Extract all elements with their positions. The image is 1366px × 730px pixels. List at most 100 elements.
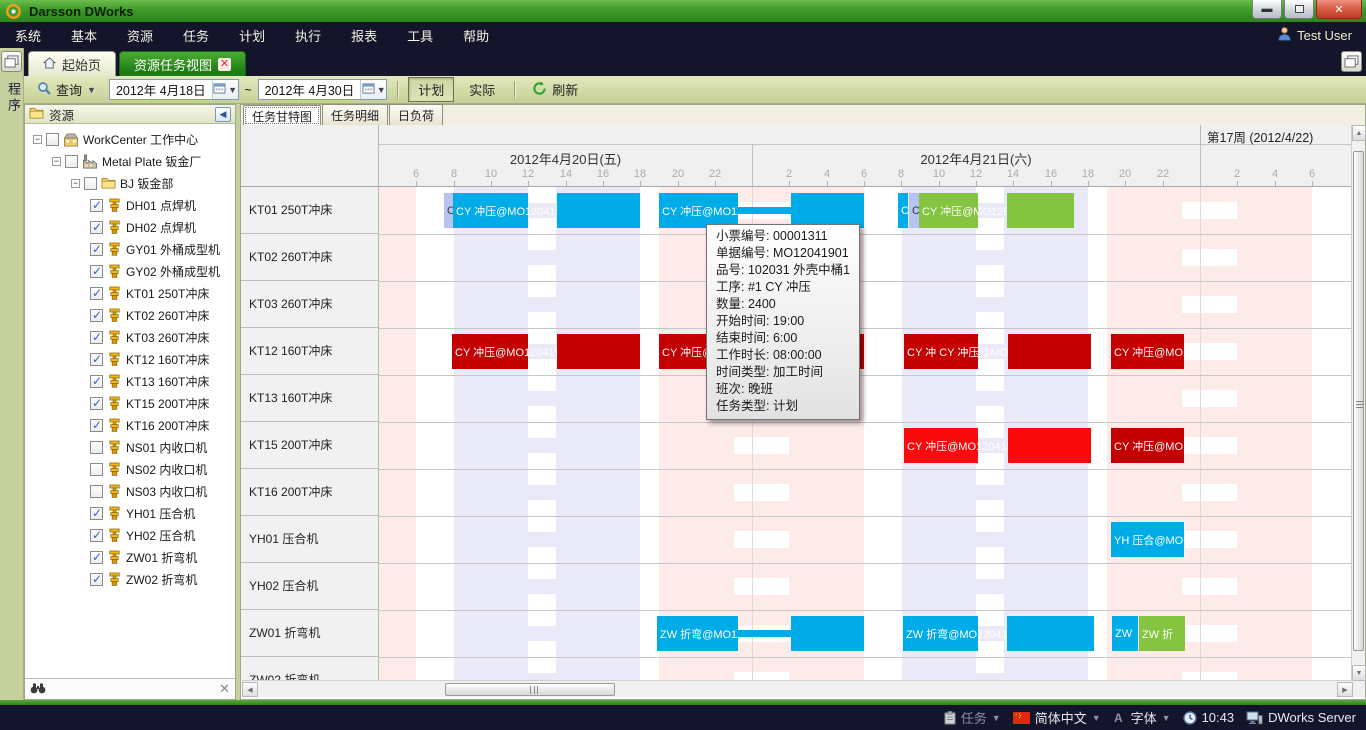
window-list-icon[interactable] xyxy=(1341,51,1362,72)
tree-item[interactable]: KT02 260T冲床 xyxy=(25,304,235,326)
tree-item[interactable]: −BJ 钣金部 xyxy=(25,172,235,194)
gantt-bar[interactable] xyxy=(1007,193,1074,228)
gantt-row-label[interactable]: YH02 压合机 xyxy=(241,563,378,610)
tree-checkbox[interactable] xyxy=(90,463,103,476)
tree-item[interactable]: DH01 点焊机 xyxy=(25,194,235,216)
gantt-bar[interactable] xyxy=(791,616,864,651)
tree-item[interactable]: −WorkCenter 工作中心 xyxy=(25,128,235,150)
tree-expander-icon[interactable]: − xyxy=(71,179,80,188)
tree-checkbox[interactable] xyxy=(90,419,103,432)
tree-expander-icon[interactable]: − xyxy=(33,135,42,144)
tab-close-icon[interactable]: ✕ xyxy=(218,58,231,71)
tree-item[interactable]: KT01 250T冲床 xyxy=(25,282,235,304)
menu-item-执行[interactable]: 执行 xyxy=(280,26,336,45)
statusbar-item-font[interactable]: A字体▼ xyxy=(1113,708,1171,727)
gantt-tab-2[interactable]: 任务明细 xyxy=(322,104,388,125)
tree-item[interactable]: DH02 点焊机 xyxy=(25,216,235,238)
program-side-strip[interactable]: 程序 xyxy=(0,48,24,700)
tree-item[interactable]: GY01 外桶成型机 xyxy=(25,238,235,260)
menu-item-系统[interactable]: 系统 xyxy=(0,26,56,45)
gantt-bar[interactable]: CY 冲压@MO12041902 xyxy=(919,193,978,228)
gantt-row-label[interactable]: KT13 160T冲床 xyxy=(241,375,378,422)
tree-item[interactable]: NS02 内收口机 xyxy=(25,458,235,480)
tree-checkbox[interactable] xyxy=(65,155,78,168)
gantt-bar[interactable]: CY 冲压@MO12041901 xyxy=(453,193,528,228)
gantt-bar[interactable] xyxy=(738,630,791,637)
gantt-row-label[interactable]: KT02 260T冲床 xyxy=(241,234,378,281)
tree-item[interactable]: ZW01 折弯机 xyxy=(25,546,235,568)
close-button[interactable]: ✕ xyxy=(1316,0,1362,19)
gantt-row-label[interactable]: KT03 260T冲床 xyxy=(241,281,378,328)
menu-item-帮助[interactable]: 帮助 xyxy=(448,26,504,45)
tree-checkbox[interactable] xyxy=(90,485,103,498)
tree-item[interactable]: NS03 内收口机 xyxy=(25,480,235,502)
actual-toggle-button[interactable]: 实际 xyxy=(460,78,504,101)
date-to-picker[interactable]: 2012年 4月30日 ▼ xyxy=(258,79,388,100)
date-from-picker[interactable]: 2012年 4月18日 ▼ xyxy=(109,79,239,100)
tree-item[interactable]: KT15 200T冲床 xyxy=(25,392,235,414)
tree-checkbox[interactable] xyxy=(90,573,103,586)
gantt-row-label[interactable]: KT16 200T冲床 xyxy=(241,469,378,516)
tab-start-page[interactable]: 起始页 xyxy=(28,51,116,76)
tree-checkbox[interactable] xyxy=(90,507,103,520)
menu-item-工具[interactable]: 工具 xyxy=(392,26,448,45)
statusbar-item-flag-cn[interactable]: 简体中文▼ xyxy=(1013,708,1101,727)
statusbar-item-clipboard[interactable]: 任务▼ xyxy=(944,708,1001,727)
tree-item[interactable]: ZW02 折弯机 xyxy=(25,568,235,590)
gantt-row-label[interactable]: KT12 160T冲床 xyxy=(241,328,378,375)
vertical-scrollbar[interactable]: ▲ ▼ xyxy=(1351,125,1365,681)
gantt-bar[interactable]: C xyxy=(909,193,919,228)
gantt-bar[interactable]: C xyxy=(898,193,908,228)
gantt-bar[interactable] xyxy=(1007,616,1094,651)
gantt-bar[interactable] xyxy=(1008,334,1091,369)
gantt-row-label[interactable]: ZW02 折弯机 xyxy=(241,657,378,681)
gantt-row-label[interactable]: ZW01 折弯机 xyxy=(241,610,378,657)
tree-item[interactable]: GY02 外桶成型机 xyxy=(25,260,235,282)
tree-checkbox[interactable] xyxy=(90,397,103,410)
calendar-dropdown-button[interactable]: ▼ xyxy=(360,80,386,99)
menu-item-基本[interactable]: 基本 xyxy=(56,26,112,45)
menu-item-计划[interactable]: 计划 xyxy=(224,26,280,45)
query-button[interactable]: 查询 ▼ xyxy=(30,78,103,101)
gantt-bar[interactable] xyxy=(557,334,640,369)
scroll-down-icon[interactable]: ▼ xyxy=(1352,665,1366,681)
gantt-bar[interactable] xyxy=(1008,428,1091,463)
menu-item-任务[interactable]: 任务 xyxy=(168,26,224,45)
gantt-bar[interactable]: YH 压合@MO1 xyxy=(1111,522,1184,557)
tree-item[interactable]: KT16 200T冲床 xyxy=(25,414,235,436)
tree-checkbox[interactable] xyxy=(90,375,103,388)
gantt-bar[interactable]: ZW xyxy=(1112,616,1138,651)
clear-search-icon[interactable]: ✕ xyxy=(219,681,230,697)
gantt-bar[interactable] xyxy=(791,193,864,228)
tree-checkbox[interactable] xyxy=(84,177,97,190)
gantt-row-label[interactable]: KT01 250T冲床 xyxy=(241,187,378,234)
calendar-dropdown-button[interactable]: ▼ xyxy=(212,80,238,99)
tree-checkbox[interactable] xyxy=(90,265,103,278)
statusbar-item-server[interactable]: DWorks Server xyxy=(1246,710,1356,725)
gantt-tab-3[interactable]: 日负荷 xyxy=(389,104,443,125)
scroll-left-icon[interactable]: ◀ xyxy=(242,682,258,697)
gantt-bar[interactable] xyxy=(738,207,791,214)
gantt-tab-1[interactable]: 任务甘特图 xyxy=(243,105,321,126)
gantt-row-label[interactable]: YH01 压合机 xyxy=(241,516,378,563)
tree-item[interactable]: NS01 内收口机 xyxy=(25,436,235,458)
tree-checkbox[interactable] xyxy=(90,331,103,344)
tab-resource-task-view[interactable]: 资源任务视图 ✕ xyxy=(119,51,246,76)
menu-item-报表[interactable]: 报表 xyxy=(336,26,392,45)
tree-item[interactable]: YH02 压合机 xyxy=(25,524,235,546)
tree-checkbox[interactable] xyxy=(90,199,103,212)
tree-item[interactable]: −Metal Plate 钣金厂 xyxy=(25,150,235,172)
user-indicator[interactable]: Test User xyxy=(1277,22,1352,48)
gantt-bar[interactable] xyxy=(557,193,640,228)
tree-checkbox[interactable] xyxy=(90,529,103,542)
tree-expander-icon[interactable]: − xyxy=(52,157,61,166)
gantt-bar[interactable]: ZW 折弯@MO12041901 xyxy=(657,616,738,651)
tree-item[interactable]: KT03 260T冲床 xyxy=(25,326,235,348)
tree-item[interactable]: KT12 160T冲床 xyxy=(25,348,235,370)
scroll-right-icon[interactable]: ▶ xyxy=(1337,682,1353,697)
tree-checkbox[interactable] xyxy=(90,221,103,234)
menu-item-资源[interactable]: 资源 xyxy=(112,26,168,45)
gantt-bar[interactable]: CY 冲压@MO12041903 xyxy=(904,428,978,463)
scroll-up-icon[interactable]: ▲ xyxy=(1352,125,1366,141)
horizontal-scrollbar[interactable]: ◀ ▶ xyxy=(242,680,1353,697)
